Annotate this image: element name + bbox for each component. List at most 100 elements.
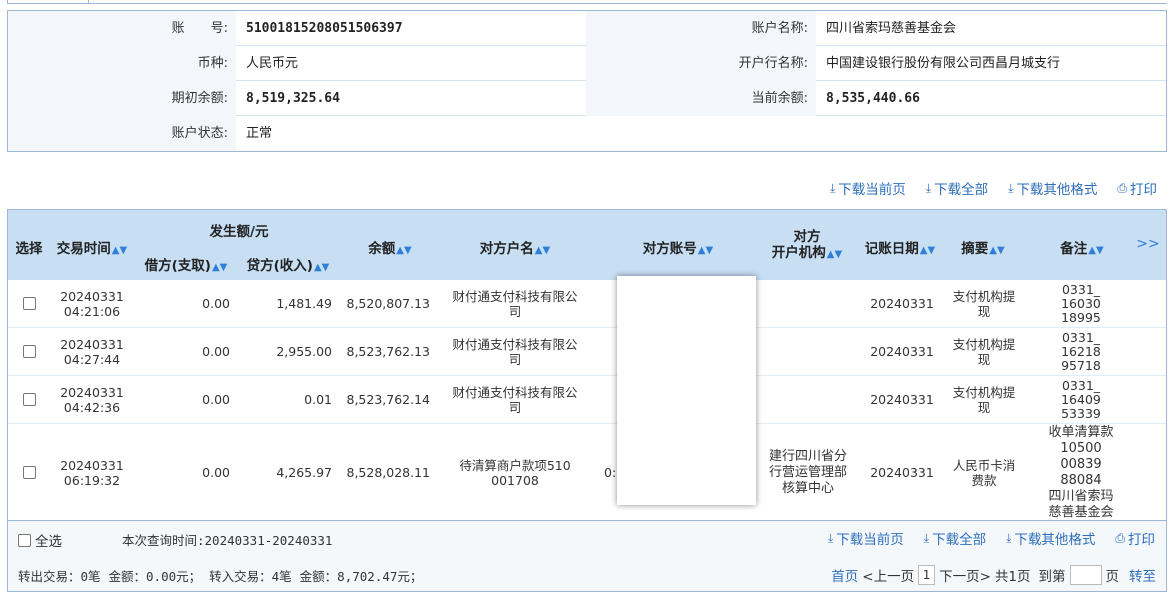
table-row[interactable]: 20240331 04:21:06 0.00 1,481.49 8,520,807… — [8, 280, 1166, 328]
current-balance-value: 8,535,440.66 — [826, 91, 920, 106]
time-cell: 20240331 04:21:06 — [52, 280, 132, 327]
print-link[interactable]: ⎙ 打印 — [1115, 529, 1155, 549]
debit-cell: 0.00 — [202, 465, 230, 480]
out-count: 转出交易：0笔 — [18, 569, 101, 584]
remark-cell: 0331_ 16030 18995 — [1034, 280, 1128, 327]
download-current-page-link[interactable]: ⤓ 下载当前页 — [830, 179, 906, 199]
print-link[interactable]: ⎙ 打印 — [1117, 179, 1157, 199]
post-date-cell: 20240331 — [870, 465, 934, 480]
remark-line6: 慈善基金会 — [1048, 504, 1114, 520]
printer-icon: ⎙ — [1115, 530, 1125, 545]
out-amount: 金额：0.00元； — [108, 569, 202, 584]
summary-cell: 人民币卡消 费款 — [944, 424, 1024, 520]
header-credit[interactable]: 贷方(收入)▲▼ — [240, 254, 336, 274]
row-checkbox[interactable] — [22, 393, 36, 406]
next-page-link[interactable]: 下一页> — [939, 565, 991, 585]
sort-icon: ▲▼ — [1088, 245, 1104, 256]
table-row[interactable]: 20240331 06:19:32 0.00 4,265.97 8,528,028… — [8, 424, 1166, 520]
download-icon: ⤓ — [925, 180, 932, 195]
goto-label: 到第 — [1038, 569, 1066, 585]
account-number-label: 账 号: — [8, 11, 236, 46]
download-other-format-link[interactable]: ⤓ 下载其他格式 — [1006, 529, 1095, 549]
party-name-line2: 司 — [508, 351, 522, 367]
header-debit[interactable]: 借方(支取)▲▼ — [138, 254, 234, 274]
download-current-page-link[interactable]: ⤓ 下载当前页 — [828, 529, 904, 549]
remark-cell: 0331_ 16218 95718 — [1034, 328, 1128, 375]
remark-line3: 53339 — [1061, 405, 1101, 421]
row-checkbox[interactable] — [22, 345, 36, 358]
download-all-link[interactable]: ⤓ 下载全部 — [925, 179, 988, 199]
header-credit-label: 贷方(收入) — [246, 258, 313, 274]
table-row[interactable]: 20240331 04:27:44 0.00 2,955.00 8,523,762… — [8, 328, 1166, 376]
party-name-line1: 财付通支付科技有限公 — [452, 336, 578, 352]
summary-line1: 支付机构提 — [952, 336, 1016, 352]
party-name-line1: 财付通支付科技有限公 — [452, 384, 578, 400]
header-party-account[interactable]: 对方账号▲▼ — [608, 237, 748, 257]
query-time: 本次查询时间:20240331-20240331 — [122, 533, 333, 548]
account-info-panel: 账 号: 51001815208051506397 账户名称: 四川省索玛慈善基… — [7, 10, 1167, 152]
header-post-date[interactable]: 记账日期▲▼ — [860, 237, 940, 257]
download-other-label: 下载其他格式 — [1016, 182, 1098, 198]
party-name-cell: 财付通支付科技有限公司 — [440, 280, 590, 327]
party-name-cell: 财付通支付科技有限公司 — [440, 376, 590, 423]
txn-time: 06:19:32 — [63, 472, 121, 488]
remark-line1: 0331_ — [1061, 377, 1101, 393]
summary-line2: 现 — [977, 303, 991, 319]
header-remark[interactable]: 备注▲▼ — [1038, 237, 1126, 257]
credit-cell: 4,265.97 — [276, 465, 332, 480]
sort-icon: ▲▼ — [111, 245, 128, 256]
row-checkbox[interactable] — [22, 297, 36, 310]
download-other-format-link[interactable]: ⤓ 下载其他格式 — [1008, 179, 1098, 199]
more-columns-button[interactable]: >> — [1136, 236, 1160, 252]
transactions-table: 选择 交易时间▲▼ 发生额/元 借方(支取)▲▼ 贷方(收入)▲▼ 余额▲▼ 对… — [7, 209, 1167, 520]
header-debit-label: 借方(支取) — [144, 258, 211, 274]
remark-line1: 0331_ — [1061, 329, 1101, 345]
sort-icon: ▲▼ — [919, 245, 936, 256]
redaction-overlay — [617, 276, 756, 505]
credit-cell: 2,955.00 — [276, 344, 332, 359]
active-tab[interactable] — [7, 0, 89, 4]
select-all-label: 全选 — [35, 534, 62, 550]
transaction-summary: 转出交易：0笔 金额：0.00元； 转入交易：4笔 金额：8,702.47元； — [18, 566, 422, 585]
sort-icon: ▲▼ — [313, 262, 330, 273]
row-checkbox[interactable] — [22, 466, 36, 479]
select-all-control[interactable]: 全选 — [18, 530, 62, 550]
txn-date: 20240331 — [60, 288, 124, 304]
header-amount-group: 发生额/元 — [209, 224, 269, 240]
remark-line4: 88084 — [1060, 472, 1102, 488]
prev-page-link[interactable]: <上一页 — [862, 565, 914, 585]
in-count: 转入交易：4笔 — [209, 569, 292, 584]
header-time[interactable]: 交易时间▲▼ — [52, 237, 132, 257]
info-row-balance: 期初余额: 8,519,325.64 当前余额: 8,535,440.66 — [8, 81, 1166, 116]
in-amount: 金额：8,702.47元； — [299, 569, 423, 584]
header-time-label: 交易时间 — [56, 241, 111, 257]
txn-time: 04:21:06 — [63, 303, 121, 319]
download-all-link[interactable]: ⤓ 下载全部 — [924, 529, 987, 549]
remark-line3: 00839 — [1060, 456, 1102, 472]
account-name-label: 账户名称: — [586, 11, 816, 46]
select-all-checkbox[interactable] — [18, 533, 31, 547]
header-party-name[interactable]: 对方户名▲▼ — [440, 237, 590, 257]
header-party-name-label: 对方户名 — [479, 241, 534, 257]
remark-line3: 95718 — [1061, 357, 1101, 373]
download-all-label: 下载全部 — [932, 532, 987, 548]
header-balance-label: 余额 — [368, 241, 396, 257]
info-row-status: 账户状态: 正常 — [8, 116, 1166, 151]
header-summary[interactable]: 摘要▲▼ — [948, 237, 1018, 257]
current-balance-label: 当前余额: — [586, 81, 816, 116]
header-summary-label: 摘要 — [961, 241, 989, 257]
table-row[interactable]: 20240331 04:42:36 0.00 0.01 8,523,762.14 … — [8, 376, 1166, 424]
currency-value: 人民币元 — [246, 56, 299, 71]
header-balance[interactable]: 余额▲▼ — [346, 237, 434, 257]
party-name-line2: 司 — [508, 303, 522, 319]
time-cell: 20240331 04:42:36 — [52, 376, 132, 423]
go-button[interactable]: 转至 — [1129, 565, 1156, 585]
currency-label: 币种: — [8, 46, 236, 81]
remark-line2: 16218 — [1061, 343, 1101, 359]
header-party-bank[interactable]: 对方 开户机构▲▼ — [764, 229, 850, 263]
download-current-label: 下载当前页 — [838, 182, 906, 198]
summary-line2: 现 — [977, 399, 991, 415]
first-page-link[interactable]: 首页 — [831, 565, 858, 585]
top-action-bar: ⤓ 下载当前页 ⤓ 下载全部 ⤓ 下载其他格式 ⎙ 打印 — [830, 179, 1157, 199]
page-number-input[interactable] — [1069, 565, 1102, 585]
